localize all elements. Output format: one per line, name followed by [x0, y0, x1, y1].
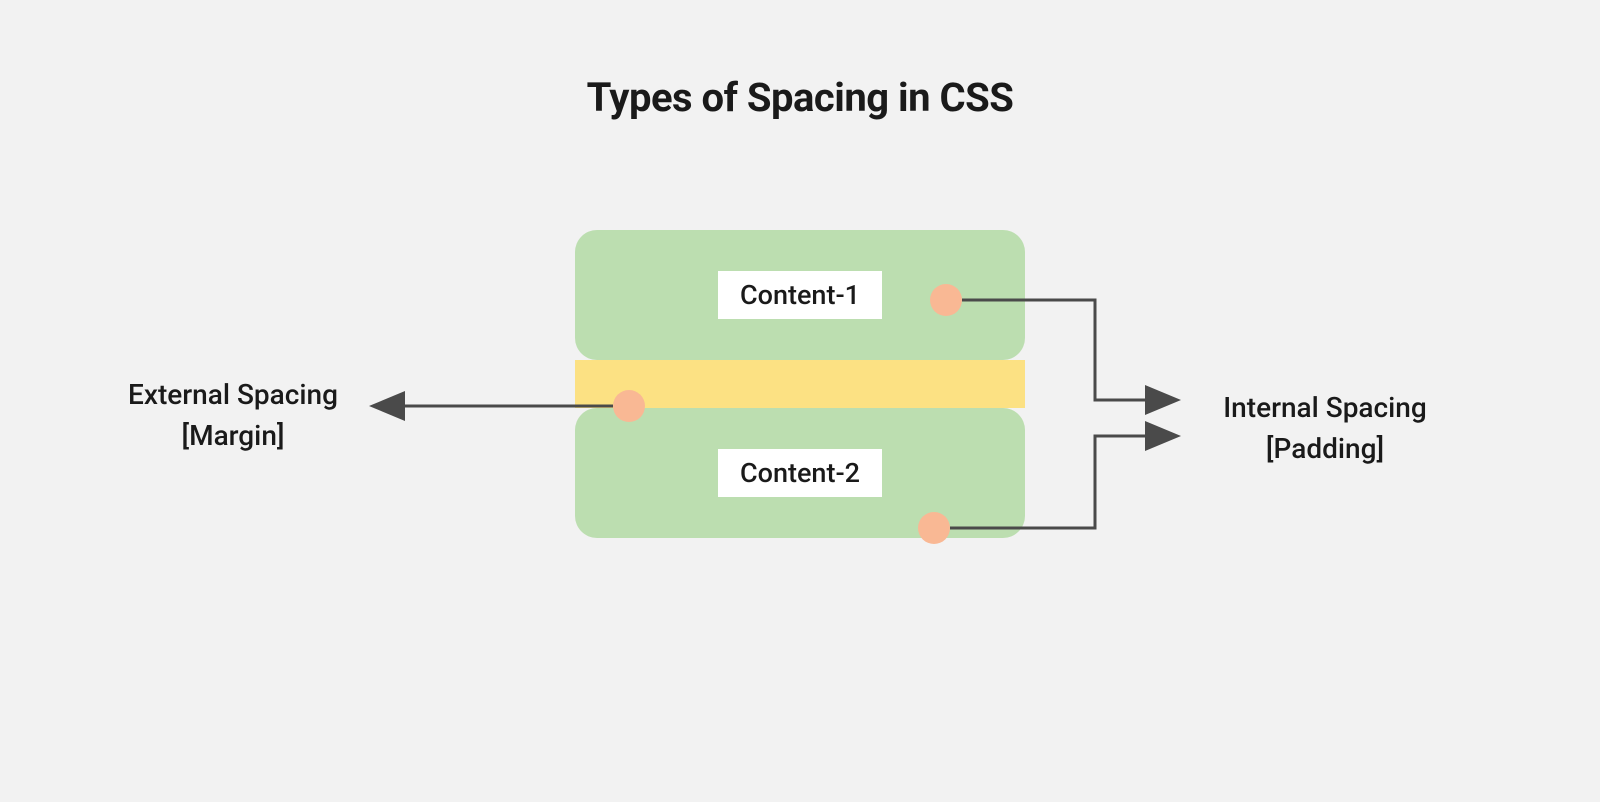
external-spacing-line1: External Spacing	[103, 375, 363, 416]
diagram-title: Types of Spacing in CSS	[587, 74, 1014, 121]
anchor-dot-padding-2	[918, 512, 950, 544]
external-spacing-label: External Spacing [Margin]	[103, 375, 363, 456]
anchor-dot-margin	[613, 390, 645, 422]
internal-spacing-label: Internal Spacing [Padding]	[1195, 388, 1455, 469]
content-label-1: Content-1	[718, 271, 882, 319]
anchor-dot-padding-1	[930, 284, 962, 316]
internal-spacing-line1: Internal Spacing	[1195, 388, 1455, 429]
content-box-2: Content-2	[575, 408, 1025, 538]
content-label-2: Content-2	[718, 449, 882, 497]
spacing-diagram: Content-1 Content-2	[575, 230, 1025, 538]
internal-spacing-line2: [Padding]	[1195, 429, 1455, 470]
external-spacing-line2: [Margin]	[103, 416, 363, 457]
